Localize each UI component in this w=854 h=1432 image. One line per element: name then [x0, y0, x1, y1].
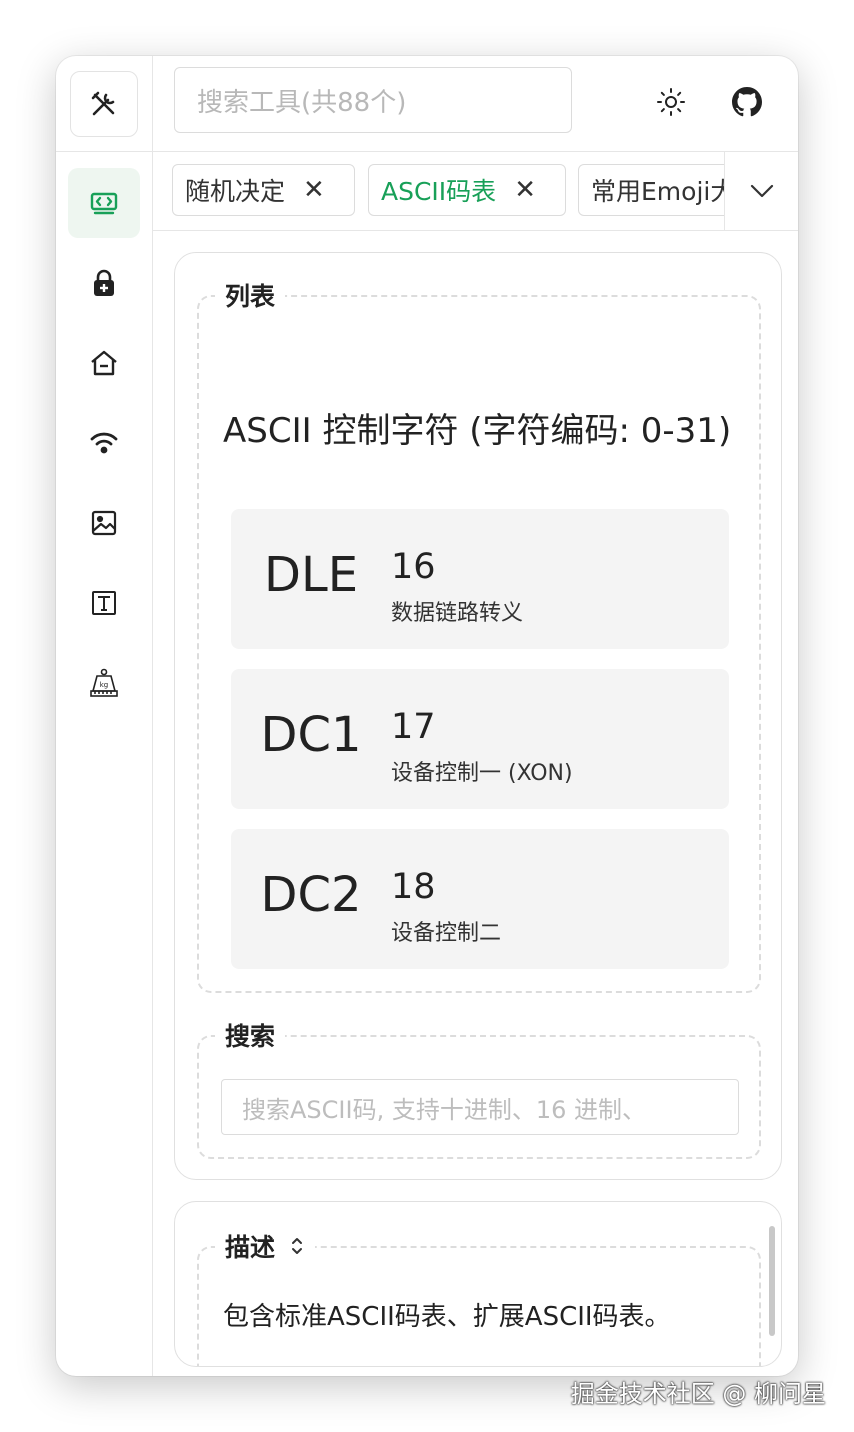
- ascii-name: DC2: [260, 867, 362, 923]
- image-icon: [90, 509, 118, 537]
- tabs-bar: 随机决定 ✕ ASCII码表 ✕ 常用Emoji大: [153, 152, 798, 231]
- ascii-row[interactable]: DLE 16 数据链路转义: [231, 509, 729, 649]
- description-legend-label: 描述: [225, 1233, 276, 1262]
- main-area: 搜索工具(共88个) 随机决定 ✕ ASCII码表 ✕ 常用Emoji大 列表 …: [153, 56, 798, 1376]
- description-fieldset: 描述 包含标准ASCII码表、扩展ASCII码表。: [197, 1228, 761, 1366]
- tab-ascii-table[interactable]: ASCII码表 ✕: [368, 164, 566, 216]
- weight-kg-icon: kg: [88, 667, 120, 699]
- close-icon[interactable]: ✕: [514, 175, 536, 205]
- theme-toggle-button[interactable]: [651, 82, 691, 122]
- chevron-collapse-icon[interactable]: [289, 1235, 305, 1257]
- ascii-search-input[interactable]: 搜索ASCII码, 支持十进制、16 进制、: [221, 1079, 739, 1135]
- github-button[interactable]: [727, 82, 767, 122]
- sidebar-item-text[interactable]: [68, 568, 140, 638]
- home-icon: [89, 349, 119, 377]
- description-legend: 描述: [215, 1228, 316, 1264]
- sidebar-item-image[interactable]: [68, 488, 140, 558]
- ascii-search-placeholder: 搜索ASCII码, 支持十进制、16 进制、: [242, 1095, 646, 1124]
- ascii-code: 16: [391, 547, 436, 587]
- tools-icon: [90, 90, 118, 118]
- tool-search-input[interactable]: 搜索工具(共88个): [174, 67, 572, 133]
- ascii-name: DC1: [260, 707, 362, 763]
- sun-icon: [656, 87, 686, 117]
- ascii-row[interactable]: DC2 18 设备控制二: [231, 829, 729, 969]
- tool-search-placeholder: 搜索工具(共88个): [197, 87, 407, 118]
- sidebar-item-weight[interactable]: kg: [68, 648, 140, 718]
- tabs-more-button[interactable]: [724, 152, 798, 230]
- description-card: 描述 包含标准ASCII码表、扩展ASCII码表。: [174, 1201, 782, 1367]
- sidebar-header: [56, 56, 152, 152]
- search-fieldset: 搜索 搜索ASCII码, 支持十进制、16 进制、: [197, 1017, 761, 1159]
- ascii-desc: 设备控制一 (XON): [391, 761, 573, 786]
- close-icon[interactable]: ✕: [303, 175, 325, 205]
- search-legend: 搜索: [215, 1017, 286, 1053]
- github-icon: [732, 87, 762, 117]
- sidebar-item-ascii[interactable]: [68, 168, 140, 238]
- tab-label: ASCII码表: [381, 177, 497, 206]
- ascii-desc: 数据链路转义: [391, 601, 524, 626]
- tab-label: 随机决定: [185, 177, 286, 206]
- lock-icon: [90, 268, 118, 298]
- app-window: kg 搜索工具(共88个) 随机决定 ✕ ASCII码表 ✕ 常用Emoji大 …: [56, 56, 798, 1376]
- sidebar: kg: [56, 56, 153, 1376]
- chevron-down-icon: [749, 183, 775, 199]
- top-bar: 搜索工具(共88个): [153, 56, 798, 152]
- sidebar-item-lock[interactable]: [68, 248, 140, 318]
- ascii-code: 17: [391, 707, 436, 747]
- list-legend: 列表: [215, 277, 286, 313]
- ascii-row[interactable]: DC1 17 设备控制一 (XON): [231, 669, 729, 809]
- sidebar-item-home[interactable]: [68, 328, 140, 398]
- ascii-desc: 设备控制二: [391, 921, 502, 946]
- ascii-code: 18: [391, 867, 436, 907]
- section-title: ASCII 控制字符 (字符编码: 0-31): [223, 411, 732, 451]
- wifi-icon: [89, 429, 119, 457]
- logo-button[interactable]: [70, 70, 138, 137]
- svg-text:kg: kg: [100, 681, 109, 689]
- list-fieldset: 列表 ASCII 控制字符 (字符编码: 0-31) DLE 16 数据链路转义…: [197, 277, 761, 993]
- watermark: 掘金技术社区 @ 柳问星: [570, 1380, 826, 1408]
- tab-random-decision[interactable]: 随机决定 ✕: [172, 164, 355, 216]
- sidebar-item-wifi[interactable]: [68, 408, 140, 478]
- sidebar-nav: kg: [56, 168, 152, 728]
- ascii-card: 列表 ASCII 控制字符 (字符编码: 0-31) DLE 16 数据链路转义…: [174, 252, 782, 1180]
- scrollbar[interactable]: [769, 1226, 775, 1336]
- text-icon: [90, 589, 118, 617]
- tab-label: 常用Emoji大: [591, 177, 736, 206]
- ascii-name: DLE: [263, 547, 359, 603]
- description-text: 包含标准ASCII码表、扩展ASCII码表。: [223, 1302, 671, 1332]
- ascii-code-icon: [89, 188, 119, 218]
